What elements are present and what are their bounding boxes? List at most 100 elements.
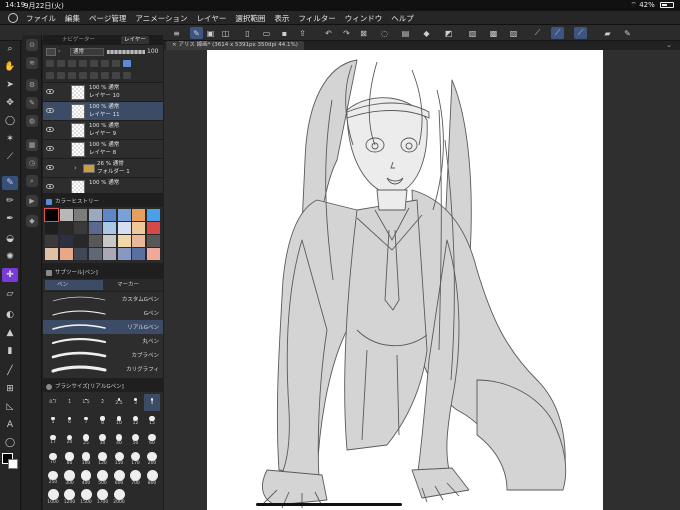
color-chip[interactable] bbox=[88, 209, 102, 221]
color-chip[interactable] bbox=[45, 235, 58, 247]
open-folder-icon[interactable]: ▭ bbox=[260, 27, 273, 39]
brush-size-cell[interactable]: 7 bbox=[78, 413, 94, 430]
menu-item[interactable]: アニメーション bbox=[135, 13, 187, 24]
brush-size-cell[interactable]: 200 bbox=[144, 451, 160, 468]
save-icon[interactable]: ▪ bbox=[278, 27, 291, 39]
brush-item[interactable]: カブラペン bbox=[43, 348, 163, 362]
brush-size-cell[interactable]: 120 bbox=[95, 451, 111, 468]
redo-icon[interactable]: ↷ bbox=[340, 27, 353, 39]
clip-icon[interactable] bbox=[46, 60, 54, 67]
color-chip[interactable] bbox=[74, 222, 87, 234]
color-icon[interactable]: ◍ bbox=[26, 115, 38, 127]
tab-navigator[interactable]: ナビゲーター bbox=[59, 36, 98, 44]
brush-size-cell[interactable]: 17 bbox=[45, 432, 61, 449]
lasso-icon[interactable]: ◯ bbox=[2, 114, 18, 128]
brush-size-cell[interactable]: 10 bbox=[111, 413, 127, 430]
layer-color-icon[interactable] bbox=[46, 48, 56, 56]
layer-row[interactable]: › 26 % 通常 フォルダー 1 bbox=[43, 159, 163, 178]
eye-icon[interactable] bbox=[46, 184, 54, 189]
color-chip[interactable] bbox=[74, 248, 87, 260]
color-chip[interactable] bbox=[88, 222, 102, 234]
brush-size-cell[interactable]: 250 bbox=[45, 470, 61, 487]
menu-item[interactable]: ヘルプ bbox=[391, 13, 414, 24]
airbrush-icon[interactable]: ◒ bbox=[2, 232, 18, 246]
color-chip[interactable] bbox=[103, 222, 116, 234]
layer-row[interactable]: 100 % 通常 レイヤー 11 bbox=[43, 102, 163, 121]
color-chip[interactable] bbox=[146, 248, 160, 260]
brush-size-cell[interactable]: 170 bbox=[128, 451, 144, 468]
ruler-tool-icon[interactable]: ◺ bbox=[2, 400, 18, 414]
canvas-paper[interactable] bbox=[207, 50, 603, 510]
merge-down-icon[interactable] bbox=[90, 72, 98, 79]
fill-layer-icon[interactable] bbox=[112, 72, 120, 79]
brush-size-cell[interactable]: 5 bbox=[45, 413, 61, 430]
app-logo-icon[interactable] bbox=[8, 13, 18, 23]
brush-size-cell[interactable]: 1200 bbox=[62, 489, 78, 506]
new-raster-layer-icon[interactable] bbox=[46, 72, 54, 79]
eye-icon[interactable] bbox=[46, 89, 54, 94]
color-chip[interactable] bbox=[103, 248, 116, 260]
copy-layer-icon[interactable] bbox=[79, 72, 87, 79]
brush-size-cell[interactable]: 700 bbox=[128, 470, 144, 487]
palette-color-icon[interactable] bbox=[123, 60, 131, 67]
layer-row[interactable]: 100 % 通常 レイヤー 10 bbox=[43, 83, 163, 102]
chevron-right-icon[interactable]: › bbox=[74, 164, 77, 172]
color-chip[interactable] bbox=[103, 235, 116, 247]
delete-layer-icon[interactable] bbox=[123, 72, 131, 79]
fill-tool-icon[interactable]: ▲ bbox=[2, 326, 18, 340]
view-mode-icon[interactable]: ◫ bbox=[219, 27, 232, 39]
menu-item[interactable]: ファイル bbox=[26, 13, 56, 24]
brush-size-cell[interactable]: 1.5 bbox=[78, 394, 94, 411]
eye-icon[interactable] bbox=[46, 165, 54, 170]
brush-size-cell[interactable]: 25 bbox=[78, 432, 94, 449]
balloon-icon[interactable]: ◯ bbox=[2, 436, 18, 450]
brush-size-cell[interactable]: 300 bbox=[62, 470, 78, 487]
tab-marker[interactable]: マーカー bbox=[105, 280, 161, 290]
select-all-icon[interactable]: ◌ bbox=[378, 27, 391, 39]
property-icon[interactable]: ⚙ bbox=[26, 79, 38, 91]
lock-icon[interactable] bbox=[79, 60, 87, 67]
brush-item[interactable]: 丸ペン bbox=[43, 334, 163, 348]
color-chip[interactable] bbox=[74, 209, 87, 221]
operation-icon[interactable]: ➤ bbox=[2, 78, 18, 92]
menu-item[interactable]: 表示 bbox=[274, 13, 289, 24]
opacity-value[interactable]: 100 bbox=[147, 48, 158, 55]
brush-size-cell[interactable]: 1000 bbox=[45, 489, 61, 506]
color-chip[interactable] bbox=[132, 222, 145, 234]
color-chip[interactable] bbox=[117, 222, 131, 234]
brush-size-cell[interactable]: 100 bbox=[78, 451, 94, 468]
layer-row[interactable]: 100 % 通常 レイヤー 8 bbox=[43, 140, 163, 159]
vector-snap-icon[interactable]: ⟋ bbox=[531, 27, 544, 39]
color-chip[interactable] bbox=[59, 222, 73, 234]
brush-size-cell[interactable]: 500 bbox=[95, 470, 111, 487]
brush-item[interactable]: リアルGペン bbox=[43, 320, 163, 334]
layer-mode-icon[interactable]: ▣ bbox=[204, 27, 217, 39]
ruler-link-icon[interactable] bbox=[112, 60, 120, 67]
zoom-icon[interactable]: ⌕ bbox=[2, 42, 18, 56]
color-chip[interactable] bbox=[88, 235, 102, 247]
color-chip[interactable] bbox=[59, 248, 73, 260]
deselect-icon[interactable]: ◩ bbox=[442, 27, 455, 39]
brush-size-cell[interactable]: 150 bbox=[111, 451, 127, 468]
brush-size-cell[interactable]: 50 bbox=[128, 432, 144, 449]
brush-size-cell[interactable]: 1700 bbox=[95, 489, 111, 506]
color-chip[interactable] bbox=[59, 209, 73, 221]
animation-icon[interactable]: ▶ bbox=[26, 195, 38, 207]
clear-icon[interactable]: ⊠ bbox=[357, 27, 370, 39]
color-chip[interactable] bbox=[88, 248, 102, 260]
menu-item[interactable]: レイヤー bbox=[197, 13, 227, 24]
blend-icon[interactable]: ◐ bbox=[2, 308, 18, 322]
stabilizer-icon[interactable]: ⟋ bbox=[551, 27, 564, 39]
expand-icon[interactable]: › bbox=[58, 48, 66, 56]
special-tool-icon[interactable]: ✚ bbox=[2, 268, 18, 282]
color-chip[interactable] bbox=[103, 209, 116, 221]
layer-property-icon[interactable]: ▰ bbox=[601, 27, 614, 39]
opacity-slider[interactable] bbox=[107, 50, 145, 54]
brush-size-cell[interactable]: 20 bbox=[62, 432, 78, 449]
color-chip[interactable] bbox=[45, 222, 58, 234]
edit-icon[interactable]: ✎ bbox=[621, 27, 634, 39]
blend-mode-select[interactable]: 通常 bbox=[70, 48, 104, 56]
tab-pen[interactable]: ペン bbox=[45, 280, 103, 290]
navigator-icon[interactable]: ⊙ bbox=[26, 39, 38, 51]
brush-size-cell[interactable]: 2.5 bbox=[111, 394, 127, 411]
